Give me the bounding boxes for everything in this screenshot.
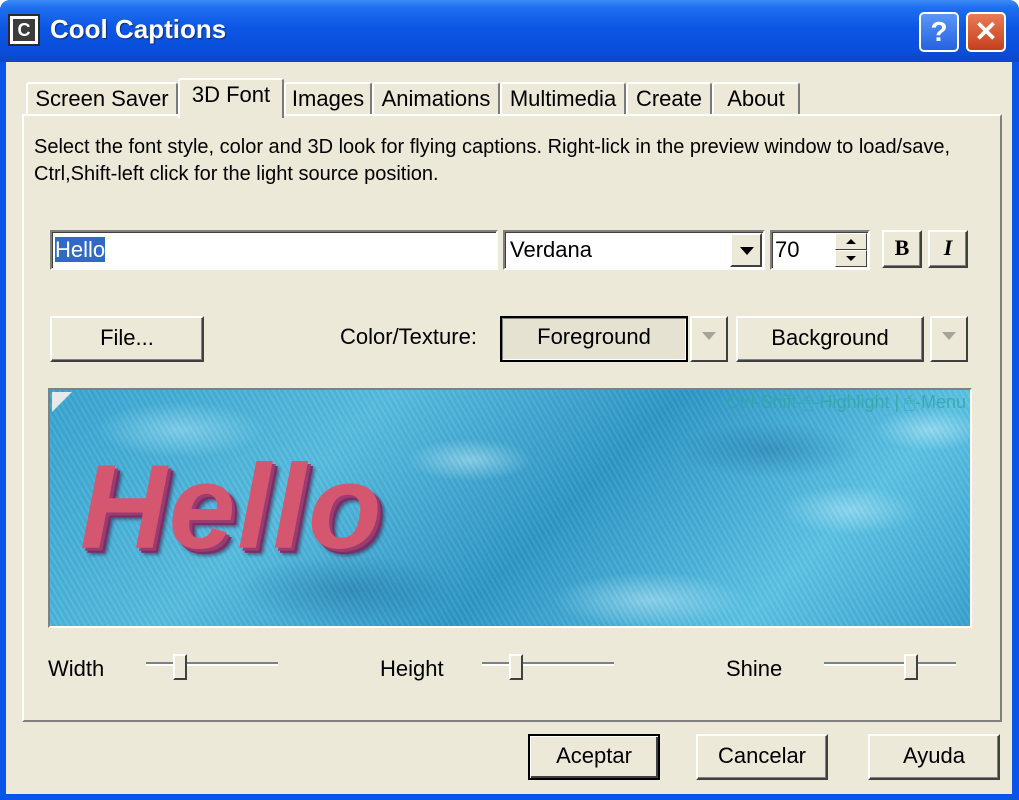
tab-about[interactable]: About: [712, 82, 800, 116]
caption-text-value: Hello: [55, 237, 106, 262]
app-icon-letter: C: [13, 19, 35, 41]
title-bar[interactable]: C Cool Captions ? ✕: [0, 0, 1019, 62]
width-label: Width: [48, 656, 105, 681]
preview-caption-text: Hello: [80, 440, 384, 574]
background-button[interactable]: Background: [736, 316, 924, 362]
app-icon[interactable]: C: [8, 14, 40, 46]
help-button[interactable]: Ayuda: [868, 734, 1000, 780]
color-texture-label: Color/Texture:: [340, 324, 477, 349]
chevron-down-icon[interactable]: [930, 316, 968, 362]
height-label: Height: [380, 656, 444, 681]
caption-text-input[interactable]: Hello: [50, 230, 498, 270]
tab-3d-font[interactable]: 3D Font: [178, 78, 284, 118]
preview-hint: Ctrl-Shift-🖱-Highlight | 🖱-Menu: [726, 392, 966, 412]
tab-create[interactable]: Create: [626, 82, 712, 116]
italic-button[interactable]: I: [928, 230, 968, 268]
ok-button[interactable]: Aceptar: [528, 734, 660, 780]
foreground-button[interactable]: Foreground: [500, 316, 688, 362]
cancel-button[interactable]: Cancelar: [696, 734, 828, 780]
file-button[interactable]: File...: [50, 316, 204, 362]
font-select-value: Verdana: [510, 237, 592, 262]
height-slider-thumb[interactable]: [509, 654, 523, 680]
description-text: Select the font style, color and 3D look…: [34, 136, 951, 185]
preview-window[interactable]: Ctrl-Shift-🖱-Highlight | 🖱-Menu Hello: [48, 388, 972, 628]
bold-button[interactable]: B: [882, 230, 922, 268]
dialog-client-area: Screen Saver 3D Font Images Animations M…: [6, 62, 1012, 794]
dialog-window: C Cool Captions ? ✕ Screen Saver 3D Font…: [0, 0, 1019, 800]
chevron-down-icon[interactable]: [690, 316, 728, 362]
window-title: Cool Captions: [50, 14, 227, 44]
arrow-down-icon[interactable]: [835, 250, 867, 267]
font-size-value: 70: [775, 237, 800, 262]
arrow-up-icon[interactable]: [835, 233, 867, 250]
close-icon[interactable]: ✕: [966, 12, 1006, 52]
font-size-spinner[interactable]: 70: [770, 230, 870, 270]
tab-screen-saver[interactable]: Screen Saver: [26, 82, 178, 116]
shine-slider-thumb[interactable]: [904, 654, 918, 680]
tab-animations[interactable]: Animations: [372, 82, 500, 116]
shine-label: Shine: [726, 656, 783, 681]
corner-flag-icon: [52, 392, 72, 412]
width-slider-thumb[interactable]: [173, 654, 187, 680]
chevron-down-icon[interactable]: [730, 233, 762, 267]
tab-images[interactable]: Images: [284, 82, 372, 116]
width-slider-track[interactable]: [146, 662, 278, 666]
font-select[interactable]: Verdana: [503, 230, 765, 270]
height-slider-track[interactable]: [482, 662, 614, 666]
help-icon[interactable]: ?: [919, 12, 959, 52]
shine-slider-track[interactable]: [824, 662, 956, 666]
tab-multimedia[interactable]: Multimedia: [500, 82, 626, 116]
